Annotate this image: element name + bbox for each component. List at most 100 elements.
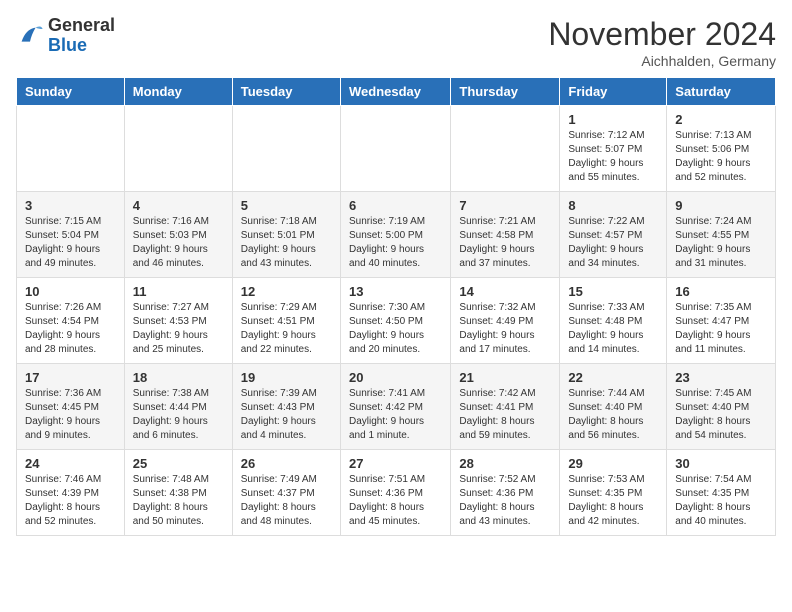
day-info: Sunrise: 7:30 AM Sunset: 4:50 PM Dayligh… (349, 301, 442, 357)
calendar-cell: 24 Sunrise: 7:46 AM Sunset: 4:39 PM Dayli… (17, 450, 125, 536)
calendar-cell: 14 Sunrise: 7:32 AM Sunset: 4:49 PM Dayli… (451, 278, 560, 364)
weekday-header-sunday: Sunday (17, 78, 125, 106)
day-number: 4 (133, 198, 224, 213)
day-info: Sunrise: 7:46 AM Sunset: 4:39 PM Dayligh… (25, 473, 116, 529)
calendar-cell: 29 Sunrise: 7:53 AM Sunset: 4:35 PM Dayli… (560, 450, 667, 536)
title-block: November 2024 Aichhalden, Germany (548, 16, 776, 69)
weekday-header-tuesday: Tuesday (232, 78, 340, 106)
day-number: 1 (568, 112, 658, 127)
day-info: Sunrise: 7:24 AM Sunset: 4:55 PM Dayligh… (675, 215, 767, 271)
calendar-cell: 19 Sunrise: 7:39 AM Sunset: 4:43 PM Dayli… (232, 364, 340, 450)
day-info: Sunrise: 7:44 AM Sunset: 4:40 PM Dayligh… (568, 387, 658, 443)
day-number: 8 (568, 198, 658, 213)
calendar-cell: 15 Sunrise: 7:33 AM Sunset: 4:48 PM Dayli… (560, 278, 667, 364)
calendar-cell: 20Sunrise: 7:41 AM Sunset: 4:42 PM Dayli… (340, 364, 450, 450)
calendar-cell: 28Sunrise: 7:52 AM Sunset: 4:36 PM Dayli… (451, 450, 560, 536)
logo-blue-text: Blue (48, 36, 115, 56)
day-info: Sunrise: 7:39 AM Sunset: 4:43 PM Dayligh… (241, 387, 332, 443)
day-info: Sunrise: 7:36 AM Sunset: 4:45 PM Dayligh… (25, 387, 116, 443)
day-number: 12 (241, 284, 332, 299)
weekday-header-row: SundayMondayTuesdayWednesdayThursdayFrid… (17, 78, 776, 106)
weekday-header-monday: Monday (124, 78, 232, 106)
day-number: 7 (459, 198, 551, 213)
calendar-cell: 17 Sunrise: 7:36 AM Sunset: 4:45 PM Dayli… (17, 364, 125, 450)
day-info: Sunrise: 7:12 AM Sunset: 5:07 PM Dayligh… (568, 129, 658, 185)
day-number: 19 (241, 370, 332, 385)
location-text: Aichhalden, Germany (548, 53, 776, 69)
day-info: Sunrise: 7:19 AM Sunset: 5:00 PM Dayligh… (349, 215, 442, 271)
day-info: Sunrise: 7:35 AM Sunset: 4:47 PM Dayligh… (675, 301, 767, 357)
day-number: 16 (675, 284, 767, 299)
day-info: Sunrise: 7:53 AM Sunset: 4:35 PM Dayligh… (568, 473, 658, 529)
calendar-cell (232, 106, 340, 192)
weekday-header-wednesday: Wednesday (340, 78, 450, 106)
day-number: 9 (675, 198, 767, 213)
page-header: General Blue November 2024 Aichhalden, G… (16, 16, 776, 69)
day-info: Sunrise: 7:22 AM Sunset: 4:57 PM Dayligh… (568, 215, 658, 271)
day-number: 23 (675, 370, 767, 385)
calendar-cell: 22 Sunrise: 7:44 AM Sunset: 4:40 PM Dayli… (560, 364, 667, 450)
calendar-cell (17, 106, 125, 192)
calendar-cell: 11 Sunrise: 7:27 AM Sunset: 4:53 PM Dayli… (124, 278, 232, 364)
day-info: Sunrise: 7:51 AM Sunset: 4:36 PM Dayligh… (349, 473, 442, 529)
day-number: 24 (25, 456, 116, 471)
day-info: Sunrise: 7:32 AM Sunset: 4:49 PM Dayligh… (459, 301, 551, 357)
day-info: Sunrise: 7:52 AM Sunset: 4:36 PM Dayligh… (459, 473, 551, 529)
calendar-cell: 13Sunrise: 7:30 AM Sunset: 4:50 PM Dayli… (340, 278, 450, 364)
day-number: 3 (25, 198, 116, 213)
day-info: Sunrise: 7:41 AM Sunset: 4:42 PM Dayligh… (349, 387, 442, 443)
calendar-cell: 3 Sunrise: 7:15 AM Sunset: 5:04 PM Daylig… (17, 192, 125, 278)
day-number: 15 (568, 284, 658, 299)
calendar-cell: 5Sunrise: 7:18 AM Sunset: 5:01 PM Daylig… (232, 192, 340, 278)
day-number: 10 (25, 284, 116, 299)
day-number: 14 (459, 284, 551, 299)
day-number: 21 (459, 370, 551, 385)
calendar-week-row: 10 Sunrise: 7:26 AM Sunset: 4:54 PM Dayli… (17, 278, 776, 364)
day-info: Sunrise: 7:42 AM Sunset: 4:41 PM Dayligh… (459, 387, 551, 443)
day-info: Sunrise: 7:38 AM Sunset: 4:44 PM Dayligh… (133, 387, 224, 443)
day-info: Sunrise: 7:33 AM Sunset: 4:48 PM Dayligh… (568, 301, 658, 357)
day-number: 2 (675, 112, 767, 127)
calendar-cell: 25Sunrise: 7:48 AM Sunset: 4:38 PM Dayli… (124, 450, 232, 536)
day-info: Sunrise: 7:16 AM Sunset: 5:03 PM Dayligh… (133, 215, 224, 271)
day-info: Sunrise: 7:29 AM Sunset: 4:51 PM Dayligh… (241, 301, 332, 357)
day-info: Sunrise: 7:26 AM Sunset: 4:54 PM Dayligh… (25, 301, 116, 357)
calendar-cell: 26Sunrise: 7:49 AM Sunset: 4:37 PM Dayli… (232, 450, 340, 536)
day-info: Sunrise: 7:27 AM Sunset: 4:53 PM Dayligh… (133, 301, 224, 357)
day-number: 17 (25, 370, 116, 385)
calendar-cell: 8 Sunrise: 7:22 AM Sunset: 4:57 PM Daylig… (560, 192, 667, 278)
logo-bird-icon (16, 22, 44, 50)
day-number: 30 (675, 456, 767, 471)
calendar-week-row: 24 Sunrise: 7:46 AM Sunset: 4:39 PM Dayli… (17, 450, 776, 536)
calendar-cell: 23 Sunrise: 7:45 AM Sunset: 4:40 PM Dayli… (667, 364, 776, 450)
weekday-header-saturday: Saturday (667, 78, 776, 106)
day-number: 5 (241, 198, 332, 213)
calendar-week-row: 1 Sunrise: 7:12 AM Sunset: 5:07 PM Daylig… (17, 106, 776, 192)
day-number: 26 (241, 456, 332, 471)
logo: General Blue (16, 16, 115, 56)
calendar-cell: 6Sunrise: 7:19 AM Sunset: 5:00 PM Daylig… (340, 192, 450, 278)
calendar-table: SundayMondayTuesdayWednesdayThursdayFrid… (16, 77, 776, 536)
day-info: Sunrise: 7:13 AM Sunset: 5:06 PM Dayligh… (675, 129, 767, 185)
calendar-cell: 30 Sunrise: 7:54 AM Sunset: 4:35 PM Dayli… (667, 450, 776, 536)
day-number: 22 (568, 370, 658, 385)
day-info: Sunrise: 7:15 AM Sunset: 5:04 PM Dayligh… (25, 215, 116, 271)
calendar-cell: 21 Sunrise: 7:42 AM Sunset: 4:41 PM Dayli… (451, 364, 560, 450)
month-title: November 2024 (548, 16, 776, 53)
calendar-cell (451, 106, 560, 192)
calendar-cell: 16 Sunrise: 7:35 AM Sunset: 4:47 PM Dayli… (667, 278, 776, 364)
calendar-cell (124, 106, 232, 192)
day-info: Sunrise: 7:54 AM Sunset: 4:35 PM Dayligh… (675, 473, 767, 529)
day-info: Sunrise: 7:21 AM Sunset: 4:58 PM Dayligh… (459, 215, 551, 271)
day-number: 27 (349, 456, 442, 471)
day-number: 18 (133, 370, 224, 385)
day-number: 29 (568, 456, 658, 471)
calendar-cell: 18 Sunrise: 7:38 AM Sunset: 4:44 PM Dayli… (124, 364, 232, 450)
calendar-week-row: 17 Sunrise: 7:36 AM Sunset: 4:45 PM Dayli… (17, 364, 776, 450)
logo-general-text: General (48, 16, 115, 36)
day-info: Sunrise: 7:45 AM Sunset: 4:40 PM Dayligh… (675, 387, 767, 443)
day-number: 11 (133, 284, 224, 299)
calendar-cell: 10 Sunrise: 7:26 AM Sunset: 4:54 PM Dayli… (17, 278, 125, 364)
day-info: Sunrise: 7:48 AM Sunset: 4:38 PM Dayligh… (133, 473, 224, 529)
calendar-cell: 1 Sunrise: 7:12 AM Sunset: 5:07 PM Daylig… (560, 106, 667, 192)
